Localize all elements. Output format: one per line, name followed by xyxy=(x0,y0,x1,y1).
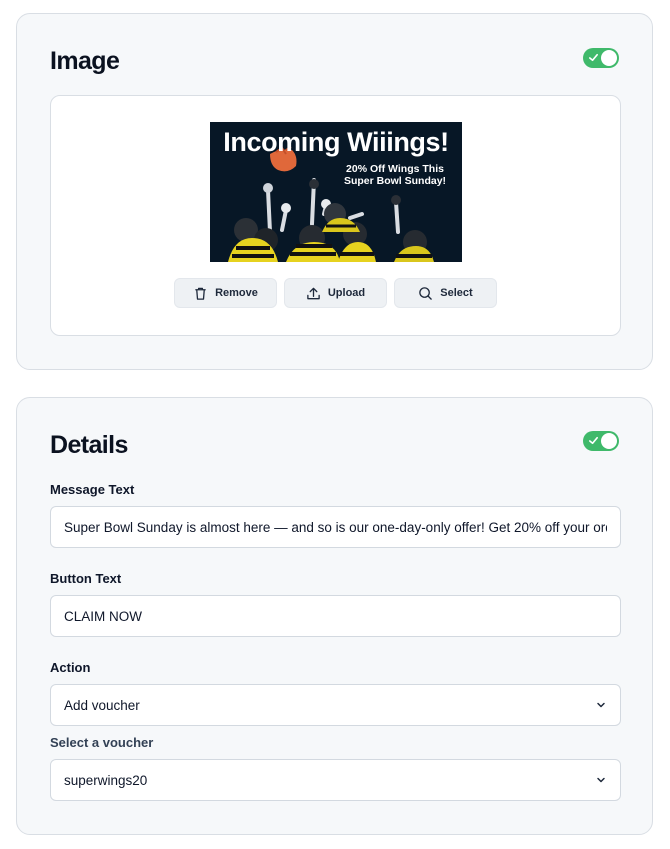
voucher-select[interactable]: superwings20 xyxy=(50,759,621,801)
details-enabled-toggle[interactable] xyxy=(583,431,619,451)
image-actions: Remove Upload Select xyxy=(174,278,497,308)
trash-icon xyxy=(195,287,206,300)
voucher-value: superwings20 xyxy=(64,772,148,788)
search-icon xyxy=(419,286,433,300)
message-text-value: Super Bowl Sunday is almost here — and s… xyxy=(64,519,607,535)
upload-icon xyxy=(307,287,320,299)
button-text-input[interactable]: CLAIM NOW xyxy=(50,595,621,637)
action-label: Action xyxy=(50,660,91,675)
select-button[interactable]: Select xyxy=(394,278,497,308)
remove-button-label: Remove xyxy=(215,287,258,299)
button-text-label: Button Text xyxy=(50,571,122,586)
image-section-title: Image xyxy=(50,47,120,75)
upload-button-label: Upload xyxy=(327,287,366,299)
action-select[interactable]: Add voucher xyxy=(50,684,621,726)
check-icon xyxy=(589,436,598,445)
image-container: Incoming Wiiings! 20% Off Wings This Sup… xyxy=(50,95,621,336)
message-text-input[interactable]: Super Bowl Sunday is almost here — and s… xyxy=(50,506,621,548)
details-section-title: Details xyxy=(50,431,128,459)
image-card: Image Incoming Wiiings! 20% Off Wings Th… xyxy=(16,13,653,370)
select-button-label: Select xyxy=(440,287,473,299)
message-text-label: Message Text xyxy=(50,482,135,497)
chevron-down-icon xyxy=(597,702,605,708)
button-text-value: CLAIM NOW xyxy=(64,608,143,624)
image-preview: Incoming Wiiings! 20% Off Wings This Sup… xyxy=(210,122,462,262)
image-enabled-toggle[interactable] xyxy=(583,48,619,68)
preview-subline: 20% Off Wings This Super Bowl Sunday! xyxy=(343,163,447,187)
details-card: Details Message Text Super Bowl Sunday i… xyxy=(16,397,653,835)
check-icon xyxy=(589,53,598,62)
preview-headline: Incoming Wiiings! xyxy=(223,127,449,157)
toggle-knob xyxy=(601,433,617,449)
action-value: Add voucher xyxy=(64,697,140,713)
chevron-down-icon xyxy=(597,777,605,783)
voucher-label: Select a voucher xyxy=(50,735,154,750)
remove-button[interactable]: Remove xyxy=(174,278,277,308)
upload-button[interactable]: Upload xyxy=(284,278,387,308)
toggle-knob xyxy=(601,50,617,66)
